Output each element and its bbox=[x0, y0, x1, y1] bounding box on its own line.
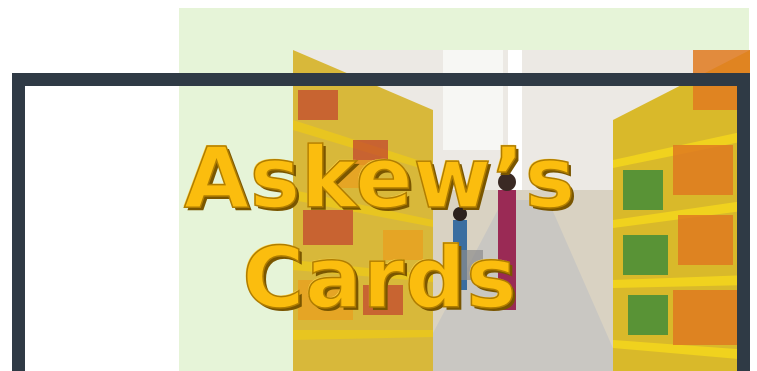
frame-right-border bbox=[737, 73, 750, 371]
title-line-2: Cards bbox=[242, 228, 518, 328]
banner-page: Askew’s Cards bbox=[0, 0, 757, 371]
title-line-1: Askew’s bbox=[183, 128, 577, 228]
white-inner-panel bbox=[25, 86, 179, 371]
frame-top-border bbox=[12, 73, 750, 86]
banner-title: Askew’s Cards bbox=[170, 128, 590, 328]
frame-left-border bbox=[12, 73, 25, 371]
